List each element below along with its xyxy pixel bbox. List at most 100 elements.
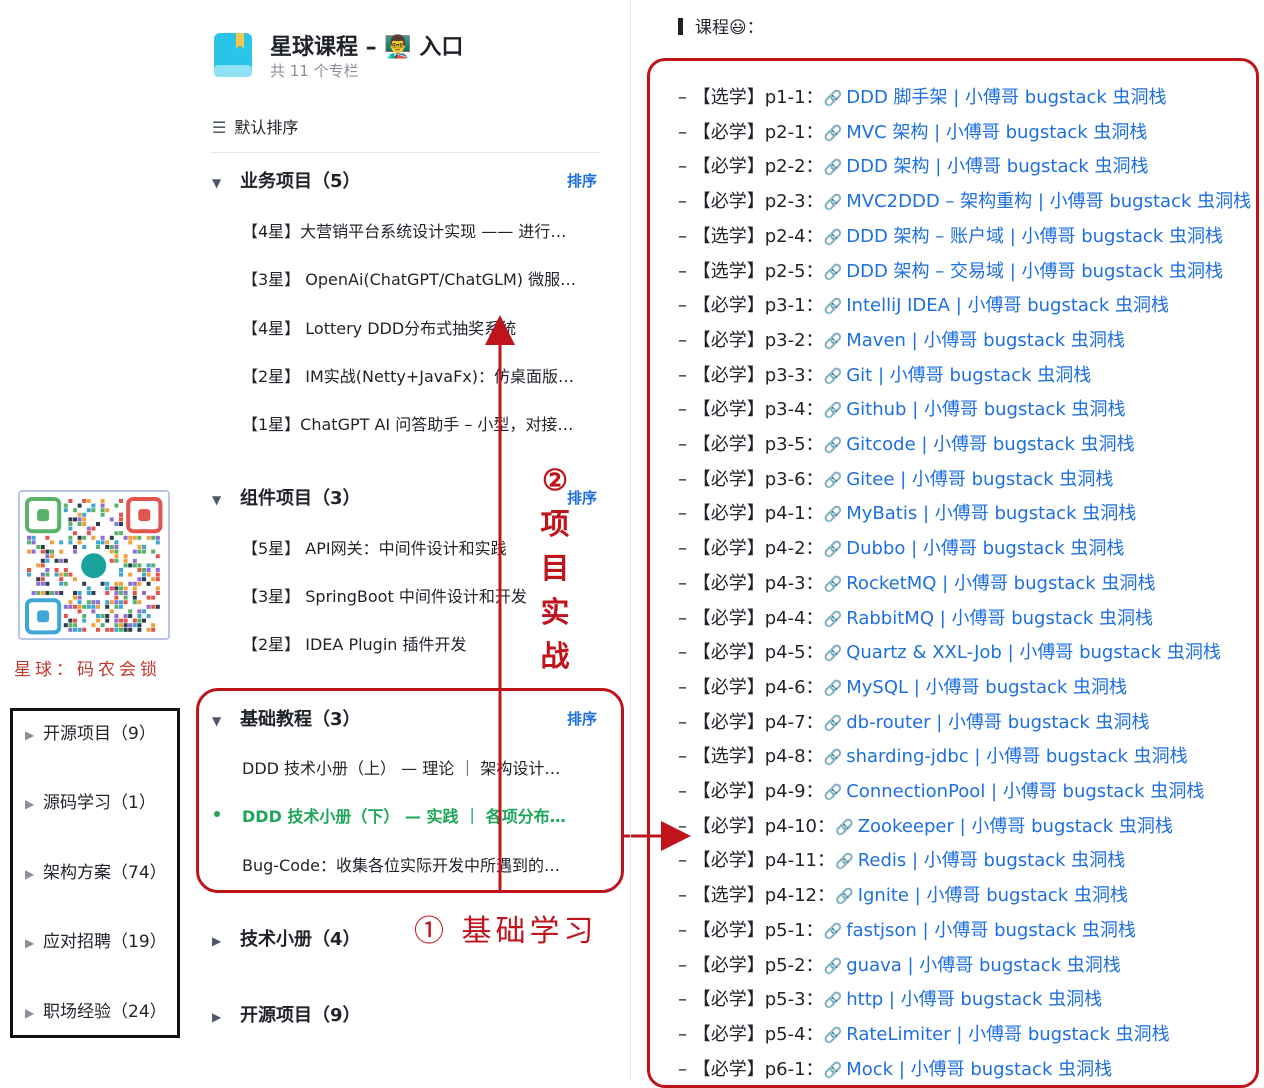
course-item: – 【必学】p3-4：🔗 Github | 小傅哥 bugstack 虫洞栈 bbox=[678, 395, 1125, 421]
course-prefix: – 【选学】p2-5： bbox=[678, 260, 824, 282]
link-icon: 🔗 bbox=[823, 158, 843, 177]
course-link[interactable]: MySQL | 小傅哥 bugstack 虫洞栈 bbox=[846, 677, 1127, 698]
course-link[interactable]: Quartz & XXL-Job | 小傅哥 bugstack 虫洞栈 bbox=[846, 642, 1221, 663]
course-prefix: – 【必学】p4-4： bbox=[678, 607, 824, 629]
course-item: – 【必学】p4-9：🔗 ConnectionPool | 小傅哥 bugstac… bbox=[678, 777, 1204, 803]
link-icon: 🔗 bbox=[835, 817, 854, 836]
course-prefix: – 【必学】p3-3： bbox=[678, 364, 824, 386]
annotation-char: 目 bbox=[540, 551, 570, 585]
course-item: – 【必学】p6-1：🔗 Mock | 小傅哥 bugstack 虫洞栈 bbox=[678, 1055, 1112, 1081]
course-item: – 【必学】p5-4：🔗 RateLimiter | 小傅哥 bugstack 虫… bbox=[678, 1020, 1170, 1046]
link-icon: 🔗 bbox=[823, 609, 843, 628]
link-icon: 🔗 bbox=[823, 401, 843, 420]
course-item: – 【必学】p4-3：🔗 RocketMQ | 小傅哥 bugstack 虫洞栈 bbox=[678, 569, 1155, 595]
course-prefix: – 【选学】p4-8： bbox=[678, 746, 824, 768]
course-link[interactable]: fastjson | 小傅哥 bugstack 虫洞栈 bbox=[846, 920, 1136, 941]
link-icon: 🔗 bbox=[823, 505, 843, 524]
course-item: – 【必学】p3-1：🔗 IntelliJ IDEA | 小傅哥 bugstack… bbox=[678, 291, 1169, 317]
annotation-step-basics: ① 基础学习 bbox=[414, 914, 598, 949]
course-link[interactable]: ConnectionPool | 小傅哥 bugstack 虫洞栈 bbox=[846, 781, 1204, 802]
link-icon: 🔗 bbox=[823, 193, 843, 212]
course-link[interactable]: DDD 架构 | 小傅哥 bugstack 虫洞栈 bbox=[846, 156, 1148, 177]
course-prefix: – 【必学】p3-1： bbox=[678, 295, 824, 317]
link-icon: 🔗 bbox=[835, 887, 854, 906]
course-prefix: – 【必学】p4-7： bbox=[678, 711, 824, 733]
annotation-char: 战 bbox=[540, 639, 570, 673]
annotation-char: 项 bbox=[540, 507, 570, 541]
course-item: – 【必学】p4-1：🔗 MyBatis | 小傅哥 bugstack 虫洞栈 bbox=[678, 499, 1136, 525]
course-link[interactable]: Zookeeper | 小傅哥 bugstack 虫洞栈 bbox=[858, 816, 1173, 837]
course-prefix: – 【必学】p4-3： bbox=[678, 572, 824, 594]
course-link[interactable]: DDD 架构 – 账户域 | 小傅哥 bugstack 虫洞栈 bbox=[846, 226, 1223, 247]
link-icon: 🔗 bbox=[823, 991, 843, 1010]
course-link[interactable]: MVC2DDD – 架构重构 | 小傅哥 bugstack 虫洞栈 bbox=[846, 191, 1251, 212]
course-prefix: – 【必学】p3-5： bbox=[678, 434, 824, 455]
course-link[interactable]: IntelliJ IDEA | 小傅哥 bugstack 虫洞栈 bbox=[846, 295, 1169, 316]
course-link[interactable]: sharding-jdbc | 小傅哥 bugstack 虫洞栈 bbox=[846, 746, 1187, 767]
course-item: – 【选学】p4-8：🔗 sharding-jdbc | 小傅哥 bugstack… bbox=[678, 742, 1188, 768]
course-link[interactable]: RocketMQ | 小傅哥 bugstack 虫洞栈 bbox=[846, 573, 1155, 594]
course-item: – 【必学】p2-2：🔗 DDD 架构 | 小傅哥 bugstack 虫洞栈 bbox=[678, 152, 1149, 178]
course-prefix: – 【必学】p4-2： bbox=[678, 538, 824, 560]
course-link[interactable]: RabbitMQ | 小傅哥 bugstack 虫洞栈 bbox=[846, 608, 1153, 629]
course-link[interactable]: Ignite | 小傅哥 bugstack 虫洞栈 bbox=[858, 885, 1128, 906]
link-icon: 🔗 bbox=[823, 783, 843, 801]
link-icon: 🔗 bbox=[823, 89, 843, 107]
course-item: – 【必学】p3-5：🔗 Gitcode | 小傅哥 bugstack 虫洞栈 bbox=[678, 430, 1135, 456]
link-icon: 🔗 bbox=[823, 540, 843, 559]
panel-divider bbox=[630, 0, 631, 1080]
course-item: – 【必学】p3-2：🔗 Maven | 小傅哥 bugstack 虫洞栈 bbox=[678, 326, 1125, 352]
course-item: – 【必学】p5-3：🔗 http | 小傅哥 bugstack 虫洞栈 bbox=[678, 985, 1102, 1011]
link-icon: 🔗 bbox=[823, 574, 843, 593]
course-prefix: – 【必学】p2-1： bbox=[678, 121, 824, 143]
course-item: – 【必学】p4-6：🔗 MySQL | 小傅哥 bugstack 虫洞栈 bbox=[678, 673, 1127, 699]
course-item: – 【选学】p4-12：🔗 Ignite | 小傅哥 bugstack 虫洞栈 bbox=[678, 881, 1128, 907]
course-link[interactable]: Gitee | 小傅哥 bugstack 虫洞栈 bbox=[846, 469, 1113, 490]
course-item: – 【必学】p5-2：🔗 guava | 小傅哥 bugstack 虫洞栈 bbox=[678, 951, 1121, 977]
course-item: – 【必学】p3-3：🔗 Git | 小傅哥 bugstack 虫洞栈 bbox=[678, 361, 1091, 387]
course-item: – 【必学】p2-1：🔗 MVC 架构 | 小傅哥 bugstack 虫洞栈 bbox=[678, 118, 1147, 144]
course-link[interactable]: Dubbo | 小傅哥 bugstack 虫洞栈 bbox=[846, 538, 1124, 559]
course-link[interactable]: RateLimiter | 小傅哥 bugstack 虫洞栈 bbox=[846, 1024, 1169, 1045]
link-icon: 🔗 bbox=[823, 748, 843, 767]
course-prefix: – 【必学】p3-2： bbox=[678, 329, 824, 351]
link-icon: 🔗 bbox=[823, 436, 843, 454]
course-link[interactable]: DDD 脚手架 | 小傅哥 bugstack 虫洞栈 bbox=[846, 87, 1166, 108]
link-icon: 🔗 bbox=[835, 852, 854, 871]
course-link[interactable]: Github | 小傅哥 bugstack 虫洞栈 bbox=[846, 399, 1125, 420]
annotation-char: ② bbox=[542, 463, 568, 497]
course-item: – 【选学】p1-1：🔗 DDD 脚手架 | 小傅哥 bugstack 虫洞栈 bbox=[678, 83, 1167, 109]
course-prefix: – 【选学】p2-4： bbox=[678, 225, 824, 247]
annotation-step-projects: ② 项 目 实 战 bbox=[535, 458, 575, 678]
course-heading: 课程😃： bbox=[678, 13, 764, 38]
course-prefix: – 【必学】p5-2： bbox=[678, 954, 824, 976]
course-prefix: – 【必学】p3-6： bbox=[678, 468, 824, 490]
course-link[interactable]: Maven | 小傅哥 bugstack 虫洞栈 bbox=[846, 330, 1125, 351]
course-link[interactable]: MVC 架构 | 小傅哥 bugstack 虫洞栈 bbox=[846, 122, 1147, 143]
link-icon: 🔗 bbox=[823, 921, 843, 940]
course-link[interactable]: guava | 小傅哥 bugstack 虫洞栈 bbox=[846, 955, 1121, 976]
course-link[interactable]: http | 小傅哥 bugstack 虫洞栈 bbox=[846, 989, 1102, 1010]
course-item: – 【选学】p2-5：🔗 DDD 架构 – 交易域 | 小傅哥 bugstack … bbox=[678, 257, 1223, 283]
course-prefix: – 【必学】p2-3： bbox=[678, 191, 824, 213]
course-item: – 【必学】p4-10：🔗 Zookeeper | 小傅哥 bugstack 虫洞… bbox=[678, 812, 1173, 838]
course-prefix: – 【必学】p4-9： bbox=[678, 781, 824, 802]
link-icon: 🔗 bbox=[823, 644, 843, 663]
course-item: – 【必学】p4-2：🔗 Dubbo | 小傅哥 bugstack 虫洞栈 bbox=[678, 534, 1124, 560]
link-icon: 🔗 bbox=[823, 1025, 843, 1044]
course-prefix: – 【必学】p4-6： bbox=[678, 676, 824, 698]
course-link[interactable]: Mock | 小傅哥 bugstack 虫洞栈 bbox=[846, 1059, 1112, 1080]
course-link[interactable]: MyBatis | 小傅哥 bugstack 虫洞栈 bbox=[846, 503, 1136, 524]
course-heading-label: 课程😃： bbox=[695, 18, 764, 38]
heading-bar bbox=[678, 18, 683, 35]
course-link[interactable]: Redis | 小傅哥 bugstack 虫洞栈 bbox=[858, 850, 1126, 871]
course-link[interactable]: DDD 架构 – 交易域 | 小傅哥 bugstack 虫洞栈 bbox=[846, 261, 1223, 282]
course-item: – 【必学】p3-6：🔗 Gitee | 小傅哥 bugstack 虫洞栈 bbox=[678, 465, 1113, 491]
course-item: – 【必学】p4-5：🔗 Quartz & XXL-Job | 小傅哥 bugst… bbox=[678, 638, 1221, 664]
course-item: – 【必学】p5-1：🔗 fastjson | 小傅哥 bugstack 虫洞栈 bbox=[678, 916, 1136, 942]
course-prefix: – 【选学】p4-12： bbox=[678, 885, 835, 907]
course-link[interactable]: db-router | 小傅哥 bugstack 虫洞栈 bbox=[846, 712, 1149, 733]
course-link[interactable]: Gitcode | 小傅哥 bugstack 虫洞栈 bbox=[846, 434, 1134, 455]
course-link[interactable]: Git | 小傅哥 bugstack 虫洞栈 bbox=[846, 365, 1091, 386]
link-icon: 🔗 bbox=[823, 297, 843, 316]
